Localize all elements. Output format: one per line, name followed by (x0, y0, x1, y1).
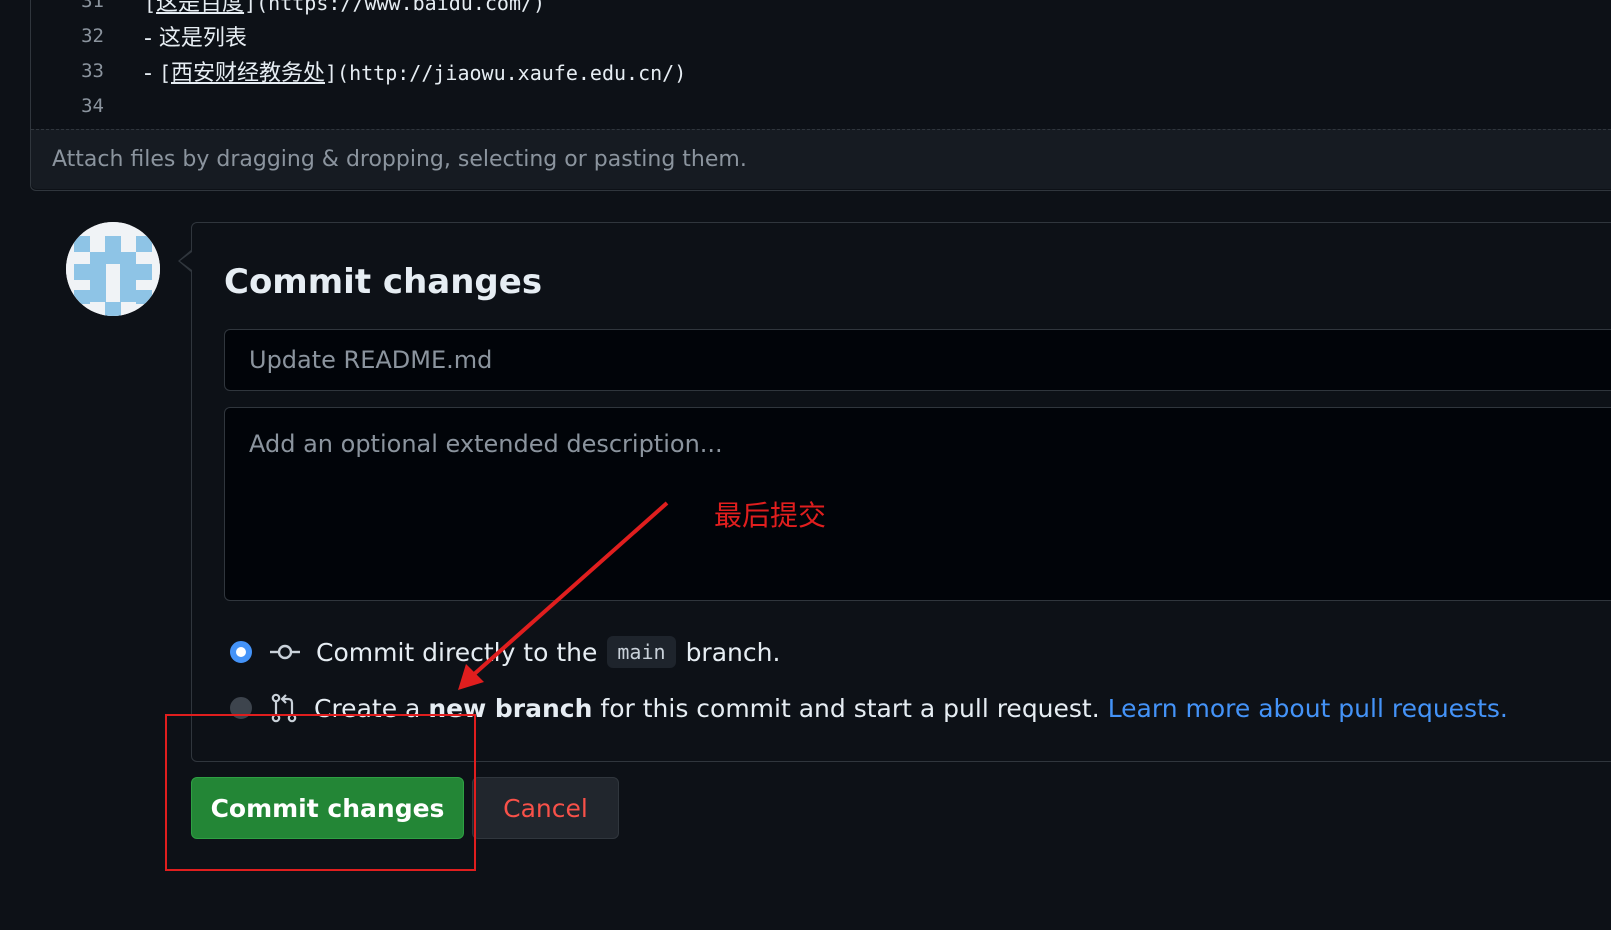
option-text-bold: new branch (428, 693, 593, 723)
code-line: 32 - 这是列表 (31, 18, 247, 53)
option-text: for this commit and start a pull request… (600, 693, 1100, 723)
option-text: Create a (314, 693, 421, 723)
commit-description-input[interactable] (224, 407, 1611, 601)
option-text: branch. (685, 637, 781, 667)
new-branch-option[interactable]: Create a new branch for this commit and … (230, 688, 1508, 728)
cancel-button[interactable]: Cancel (472, 777, 619, 839)
commit-title: Commit changes (224, 262, 543, 302)
git-commit-icon (269, 641, 301, 663)
avatar (66, 222, 160, 316)
attach-hint: Attach files by dragging & dropping, sel… (52, 147, 747, 172)
line-content: - [西安财经教务处](http://jiaowu.xaufe.edu.cn/) (144, 60, 687, 86)
option-text: Commit directly to the (316, 637, 598, 667)
line-number: 34 (81, 94, 104, 117)
link-url: (http://jiaowu.xaufe.edu.cn/) (337, 60, 687, 85)
identicon-icon (66, 222, 160, 316)
line-number: 33 (81, 59, 104, 82)
markdown-editor[interactable]: 31 [这是百度](https://www.baidu.com/) 32 - 这… (30, 0, 1611, 191)
commit-changes-button[interactable]: Commit changes (191, 777, 464, 839)
new-branch-radio[interactable] (230, 697, 252, 719)
link-url: (https://www.baidu.com/) (256, 0, 546, 15)
line-content: - 这是列表 (144, 25, 247, 51)
code-line: 31 [这是百度](https://www.baidu.com/) (31, 0, 545, 18)
annotation-label: 最后提交 (714, 499, 827, 532)
branch-name: main (607, 636, 676, 668)
commit-direct-option[interactable]: Commit directly to the main branch. (230, 632, 780, 672)
link-text: 西安财经教务处 (170, 60, 325, 86)
link-text: 这是百度 (156, 0, 245, 16)
attach-files-bar[interactable]: Attach files by dragging & dropping, sel… (31, 129, 1611, 189)
code-line: 33 - [西安财经教务处](http://jiaowu.xaufe.edu.c… (31, 53, 686, 88)
line-number: 32 (81, 24, 104, 47)
commit-direct-radio[interactable] (230, 641, 252, 663)
commit-summary-input[interactable] (224, 329, 1611, 391)
line-content: [这是百度](https://www.baidu.com/) (144, 0, 545, 17)
line-number: 31 (81, 0, 104, 12)
git-pull-request-icon (269, 693, 299, 723)
learn-more-link[interactable]: Learn more about pull requests. (1108, 694, 1508, 723)
code-line: 34 (31, 88, 144, 123)
